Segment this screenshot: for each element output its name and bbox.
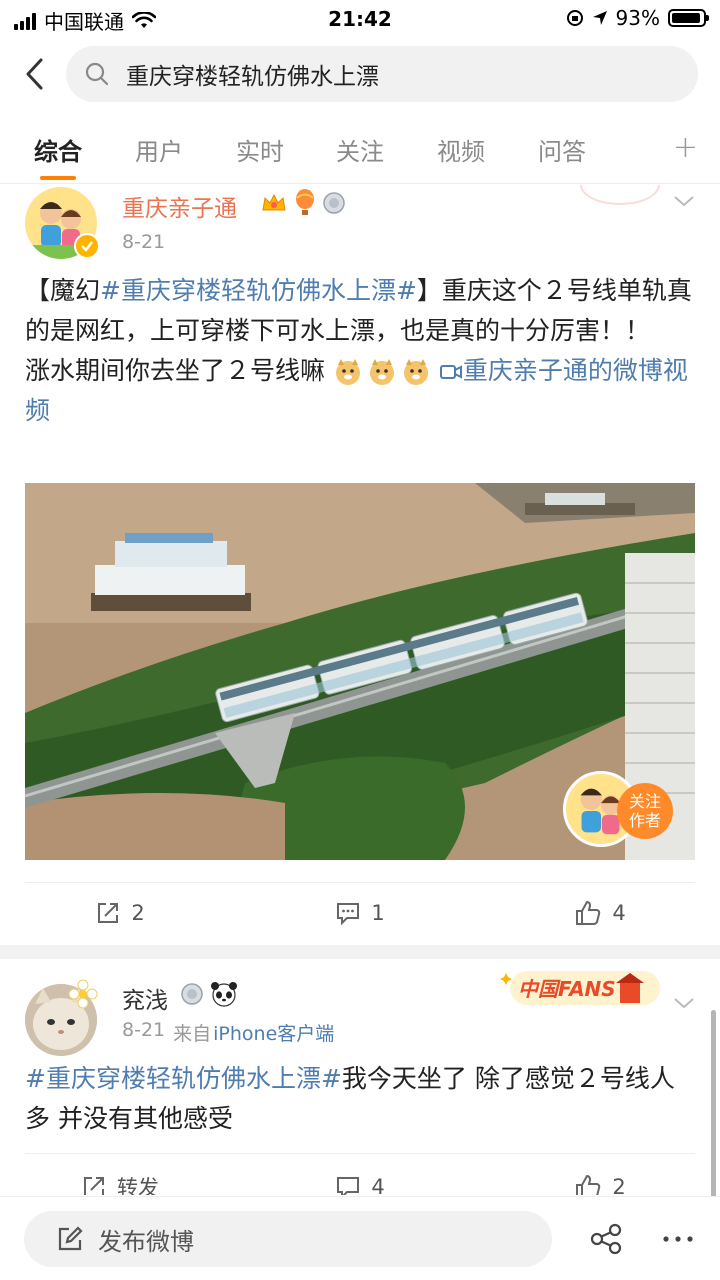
post-separator (0, 945, 720, 959)
comment-icon (337, 1177, 360, 1195)
scrollbar[interactable] (711, 1010, 716, 1200)
comment-count: 4 (371, 1175, 385, 1195)
medal-icon (181, 983, 203, 1005)
repost-count: 2 (131, 901, 145, 925)
tab-qa[interactable]: 问答 (538, 132, 586, 167)
chevron-left-icon (26, 58, 43, 90)
video-link-icon (439, 365, 462, 379)
like-button[interactable]: 4 (480, 883, 720, 943)
like-button[interactable]: 2 (480, 1157, 720, 1195)
user-badges (260, 189, 346, 217)
search-input[interactable]: 重庆穿楼轻轨仿佛水上漂 (66, 46, 698, 102)
compose-label: 发布微博 (98, 1227, 194, 1256)
post-body: 【魔幻#重庆穿楼轻轨仿佛水上漂#】重庆这个２号线单轨真的是网红，上可穿楼下可水上… (25, 271, 695, 431)
status-right: 93% (566, 6, 709, 30)
tab-bar: 综合 用户 实时 关注 视频 问答 + (0, 118, 720, 184)
post-card: 兖浅 中国FANS 8-21 来自 iPhone客户端 #重庆穿楼轻轨仿佛水上漂#… (0, 959, 720, 1195)
post-date: 8-21 (122, 1019, 166, 1041)
user-badges (180, 981, 238, 1007)
feed: 重庆亲子通 8-21 【魔幻#重庆穿楼轻轨仿佛水上漂#】重庆这个２号线单轨真的是… (0, 185, 720, 1195)
post-card: 重庆亲子通 8-21 【魔幻#重庆穿楼轻轨仿佛水上漂#】重庆这个２号线单轨真的是… (0, 185, 720, 945)
china-fans-badge: 中国FANS (500, 963, 670, 1011)
topic-link[interactable]: #重庆穿楼轻轨仿佛水上漂# (25, 1064, 342, 1093)
doge-emoji-icon (333, 357, 431, 387)
crown-icon (262, 193, 286, 211)
chevron-down-icon[interactable] (672, 991, 696, 1015)
post-date: 8-21 (122, 231, 166, 253)
verified-badge-icon (74, 233, 100, 259)
post-meta: 8-21 来自 iPhone客户端 (122, 1019, 334, 1046)
tab-video[interactable]: 视频 (437, 132, 485, 167)
active-tab-indicator (40, 176, 76, 180)
china-fans-label: 中国FANS (518, 977, 616, 1001)
battery-icon (668, 9, 709, 27)
post-text-line2: 涨水期间你去坐了２号线嘛 (25, 356, 326, 385)
balloon-icon (296, 189, 314, 215)
topic-link[interactable]: #重庆穿楼轻轨仿佛水上漂# (100, 276, 417, 305)
repost-button[interactable]: 2 (0, 883, 240, 943)
post-actions: 2 1 4 (0, 883, 720, 943)
post-username[interactable]: 兖浅 (122, 981, 168, 1015)
search-query: 重庆穿楼轻轨仿佛水上漂 (126, 64, 379, 90)
repost-label: 转发 (117, 1176, 159, 1195)
chevron-down-icon[interactable] (672, 189, 696, 213)
panda-icon (211, 982, 237, 1007)
stamp-decoration (580, 185, 660, 205)
comment-icon (337, 903, 360, 926)
comment-count: 1 (371, 901, 385, 925)
medal-icon (323, 192, 345, 214)
compose-button[interactable]: 发布微博 (24, 1211, 552, 1267)
comment-button[interactable]: 1 (240, 883, 480, 943)
source-link[interactable]: iPhone客户端 (213, 1019, 334, 1046)
repost-icon (84, 1177, 104, 1195)
post-username[interactable]: 重庆亲子通 (122, 189, 237, 223)
tab-comprehensive[interactable]: 综合 (34, 132, 82, 167)
follow-author-overlay[interactable]: 关注作者 (563, 771, 675, 847)
add-tab-button[interactable]: + (673, 130, 698, 165)
tab-following[interactable]: 关注 (336, 132, 384, 167)
tab-realtime[interactable]: 实时 (236, 132, 284, 167)
search-header: 重庆穿楼轻轨仿佛水上漂 (0, 44, 720, 106)
like-count: 4 (612, 901, 626, 925)
thumbs-up-icon (576, 1174, 601, 1195)
location-icon (592, 11, 607, 25)
status-bar: 中国联通 21:42 93% (0, 0, 720, 40)
repost-button[interactable]: 转发 (0, 1157, 240, 1195)
source-prefix: 来自 (173, 1023, 212, 1045)
video-thumbnail[interactable]: 关注作者 (25, 483, 695, 860)
post-actions: 转发 4 2 (0, 1157, 720, 1195)
orientation-lock-icon (566, 10, 583, 26)
flower-icon (68, 979, 98, 1009)
share-icon (590, 1223, 622, 1255)
edit-icon (58, 1226, 83, 1251)
thumbs-up-icon (576, 900, 601, 925)
more-icon (663, 1236, 693, 1242)
bottom-bar: 发布微博 (0, 1196, 720, 1280)
action-divider (25, 1153, 695, 1154)
search-icon (82, 59, 112, 89)
back-button[interactable] (14, 54, 54, 94)
post-body: #重庆穿楼轻轨仿佛水上漂#我今天坐了 除了感觉２号线人多 并没有其他感受 (25, 1059, 695, 1139)
tab-users[interactable]: 用户 (135, 132, 183, 167)
follow-author-label: 关注作者 (617, 783, 673, 839)
battery-percent: 93% (615, 6, 660, 30)
share-button[interactable] (586, 1219, 626, 1259)
more-button[interactable] (658, 1219, 698, 1259)
like-count: 2 (612, 1175, 626, 1195)
repost-icon (98, 903, 119, 923)
post-text-prefix: 【魔幻 (25, 276, 101, 305)
comment-button[interactable]: 4 (240, 1157, 480, 1195)
